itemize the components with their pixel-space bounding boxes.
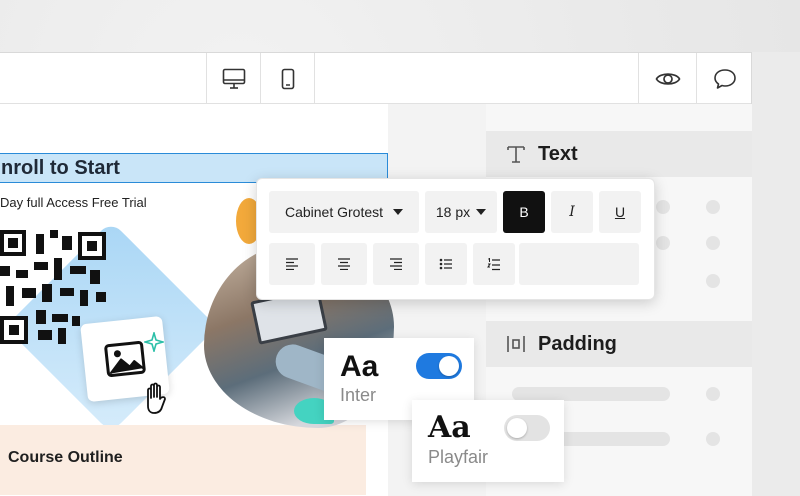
bullet-list-button[interactable] [425, 243, 467, 285]
align-left-icon [286, 258, 298, 270]
preview-button[interactable] [638, 53, 696, 104]
heading-text: nroll to Start [1, 156, 120, 179]
align-center-button[interactable] [321, 243, 367, 285]
text-icon [507, 146, 525, 163]
toolbar-empty-slot [519, 243, 639, 285]
text-format-toolbar: Cabinet Grotest 18 px B I U [256, 178, 655, 300]
underline-button[interactable]: U [599, 191, 641, 233]
placeholder [512, 387, 670, 401]
placeholder [656, 200, 670, 214]
text-section-header[interactable]: Text [486, 131, 752, 177]
bullet-list-icon [439, 258, 452, 270]
font-toggle-off[interactable] [504, 415, 550, 441]
bold-button[interactable]: B [503, 191, 545, 233]
chevron-down-icon [393, 209, 404, 215]
mobile-preview-button[interactable] [260, 53, 315, 104]
chevron-down-icon [476, 209, 487, 215]
mobile-icon [281, 68, 294, 89]
font-family-value: Cabinet Grotest [284, 204, 384, 220]
text-section-label: Text [538, 142, 578, 165]
desktop-preview-button[interactable] [206, 53, 260, 104]
sparkle-icon [144, 332, 164, 352]
grab-hand-icon [147, 382, 166, 414]
top-toolbar [0, 53, 751, 104]
align-right-icon [390, 258, 402, 270]
font-size-value: 18 px [435, 204, 471, 220]
comment-icon [713, 68, 736, 89]
padding-icon [507, 336, 525, 352]
padding-section-label: Padding [538, 332, 617, 355]
numbered-list-icon [487, 257, 500, 270]
align-right-button[interactable] [373, 243, 419, 285]
font-name-label: Inter [340, 385, 377, 405]
align-left-button[interactable] [269, 243, 315, 285]
font-size-select[interactable]: 18 px [425, 191, 497, 233]
italic-button[interactable]: I [551, 191, 593, 233]
align-center-icon [338, 258, 350, 270]
font-option-playfair[interactable]: Aa Playfair [412, 400, 564, 482]
page-edge [752, 52, 800, 496]
placeholder [706, 274, 720, 288]
font-sample: Aa [340, 350, 379, 383]
image-icon [104, 340, 146, 378]
placeholder [706, 432, 720, 446]
placeholder [706, 387, 720, 401]
placeholder [706, 236, 720, 250]
font-family-select[interactable]: Cabinet Grotest [269, 191, 419, 233]
numbered-list-button[interactable] [473, 243, 515, 285]
eye-icon [655, 72, 680, 85]
placeholder [706, 200, 720, 214]
font-sample: Aa [428, 410, 471, 445]
padding-section-header[interactable]: Padding [486, 321, 752, 367]
subheading-text: Day full Access Free Trial [0, 195, 147, 210]
comments-button[interactable] [696, 53, 751, 104]
toggle-knob [439, 356, 459, 376]
font-name-label: Playfair [428, 447, 489, 467]
font-toggle-on[interactable] [416, 353, 462, 379]
course-outline-title: Course Outline [8, 449, 123, 466]
desktop-icon [222, 68, 245, 89]
placeholder [656, 236, 670, 250]
toggle-knob [507, 418, 527, 438]
